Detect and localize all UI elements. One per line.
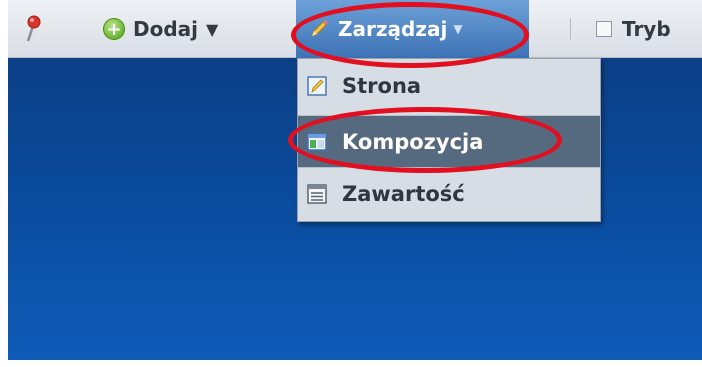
pencil-icon bbox=[308, 18, 330, 40]
pin-icon[interactable] bbox=[18, 0, 48, 58]
menu-item-content[interactable]: Zawartość bbox=[298, 167, 600, 220]
manage-label: Zarządzaj bbox=[338, 17, 448, 41]
plus-icon: + bbox=[103, 18, 125, 40]
top-toolbar: + Dodaj ▼ Zarządzaj ▼ Tryb bbox=[8, 0, 702, 58]
manage-dropdown-menu: Strona Kompozycja Zawartość bbox=[297, 58, 601, 222]
menu-item-layout[interactable]: Kompozycja bbox=[298, 115, 600, 168]
mode-checkbox[interactable] bbox=[596, 21, 612, 37]
menu-item-label: Kompozycja bbox=[342, 130, 484, 154]
menu-item-label: Zawartość bbox=[342, 182, 465, 206]
manage-menu-button[interactable]: Zarządzaj ▼ bbox=[296, 0, 529, 58]
dropdown-arrow-icon: ▼ bbox=[453, 22, 463, 36]
add-menu-button[interactable]: + Dodaj ▼ bbox=[103, 0, 218, 58]
dropdown-arrow-icon: ▼ bbox=[206, 19, 219, 39]
toolbar-divider bbox=[570, 18, 571, 40]
menu-item-label: Strona bbox=[342, 73, 422, 98]
mode-label: Tryb bbox=[622, 17, 671, 41]
content-list-icon bbox=[306, 183, 328, 205]
add-label: Dodaj bbox=[133, 17, 199, 41]
layout-icon bbox=[306, 131, 328, 153]
mode-toggle[interactable]: Tryb bbox=[596, 0, 671, 58]
menu-item-page[interactable]: Strona bbox=[298, 59, 600, 112]
page-edit-icon bbox=[306, 75, 328, 97]
